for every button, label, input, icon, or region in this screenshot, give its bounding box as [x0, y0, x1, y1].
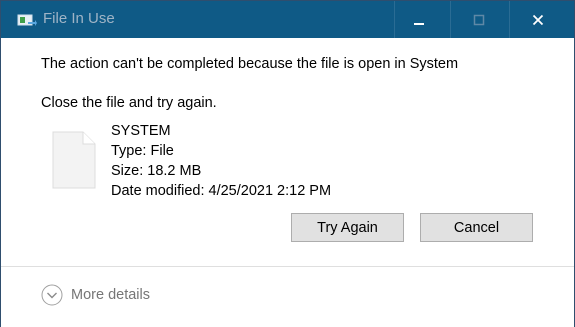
titlebar-divider: [394, 1, 395, 38]
file-date-modified: Date modified: 4/25/2021 2:12 PM: [111, 183, 332, 199]
file-in-use-dialog: File In Use The action can't be complete…: [0, 0, 575, 327]
title-bar[interactable]: File In Use: [1, 1, 574, 38]
file-size: Size: 18.2 MB: [111, 163, 202, 179]
error-message: The action can't be completed because th…: [41, 56, 459, 72]
dialog-body: The action can't be completed because th…: [1, 38, 574, 266]
close-button[interactable]: [515, 1, 561, 38]
maximize-button[interactable]: [456, 1, 502, 38]
titlebar-divider: [509, 1, 510, 38]
file-info: SYSTEM Type: File Size: 18.2 MB Date mod…: [111, 121, 331, 201]
titlebar-divider: [450, 1, 451, 38]
chevron-down-icon: [41, 284, 63, 306]
maximize-icon: [473, 14, 485, 25]
try-again-button[interactable]: Try Again: [291, 213, 404, 242]
dialog-footer: More details: [1, 266, 574, 327]
file-transfer-icon: [17, 14, 37, 26]
minimize-button[interactable]: [396, 1, 442, 38]
instruction-text: Close the file and try again.: [41, 95, 217, 111]
more-details-toggle[interactable]: More details: [41, 283, 150, 307]
file-icon: [52, 131, 96, 189]
minimize-icon: [414, 22, 424, 25]
close-icon: [532, 14, 544, 25]
window-title: File In Use: [43, 10, 115, 27]
more-details-label: More details: [71, 287, 150, 303]
file-name: SYSTEM: [111, 123, 171, 139]
file-type: Type: File: [111, 143, 174, 159]
cancel-button[interactable]: Cancel: [420, 213, 533, 242]
